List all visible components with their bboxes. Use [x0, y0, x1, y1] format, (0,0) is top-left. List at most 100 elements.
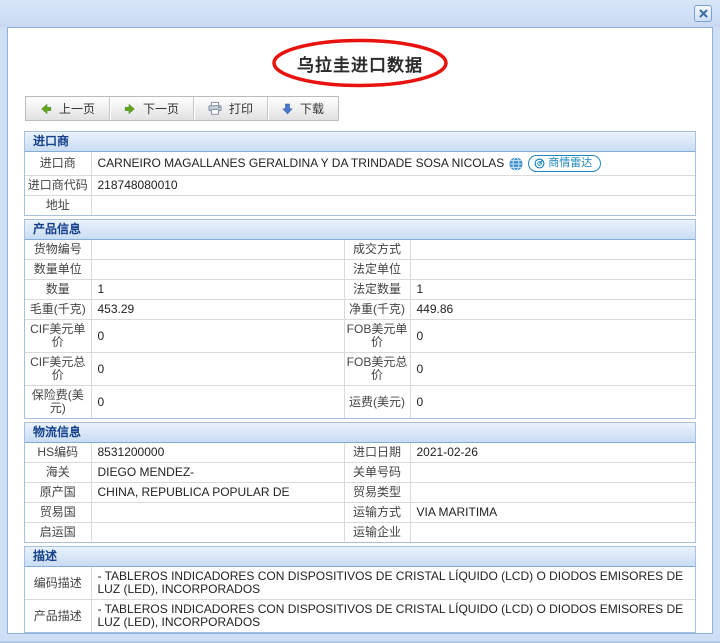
- field-label: 启运国: [25, 523, 91, 543]
- table-row: HS编码 8531200000 进口日期 2021-02-26: [25, 443, 695, 463]
- section-logistics-header: 物流信息: [25, 423, 695, 443]
- field-label: 净重(千克): [344, 300, 410, 320]
- field-value: - TABLEROS INDICADORES CON DISPOSITIVOS …: [91, 600, 695, 633]
- download-button[interactable]: 下载: [267, 97, 338, 120]
- field-value: DIEGO MENDEZ-: [91, 463, 344, 483]
- field-label: 数量单位: [25, 260, 91, 280]
- field-value: 0: [91, 320, 344, 353]
- table-row: 海关 DIEGO MENDEZ- 关单号码: [25, 463, 695, 483]
- field-label: FOB美元总价: [344, 353, 410, 386]
- table-row: 进口商代码 218748080010: [25, 176, 695, 196]
- field-label: 原产国: [25, 483, 91, 503]
- field-value: 0: [91, 386, 344, 419]
- field-value: 8531200000: [91, 443, 344, 463]
- business-radar-label: 商情雷达: [548, 157, 592, 170]
- table-row: 进口商 CARNEIRO MAGALLANES GERALDINA Y DA T…: [25, 152, 695, 176]
- field-value: - TABLEROS INDICADORES CON DISPOSITIVOS …: [91, 567, 695, 600]
- field-value: 453.29: [91, 300, 344, 320]
- field-label: 法定数量: [344, 280, 410, 300]
- section-description-header: 描述: [25, 547, 695, 567]
- section-product: 产品信息 货物编号 成交方式 数量单位 法定单位 数量 1: [24, 219, 696, 419]
- field-label: 地址: [25, 196, 91, 216]
- radar-icon: [534, 158, 545, 169]
- field-label: 编码描述: [25, 567, 91, 600]
- field-label: CIF美元总价: [25, 353, 91, 386]
- table-row: 数量单位 法定单位: [25, 260, 695, 280]
- field-label: 成交方式: [344, 240, 410, 260]
- field-value: 1: [410, 280, 695, 300]
- field-label: 关单号码: [344, 463, 410, 483]
- field-value: CARNEIRO MAGALLANES GERALDINA Y DA TRIND…: [91, 152, 695, 176]
- table-row: CIF美元总价 0 FOB美元总价 0: [25, 353, 695, 386]
- prev-page-button[interactable]: 上一页: [26, 97, 109, 120]
- close-icon: [699, 9, 708, 18]
- table-row: 产品描述 - TABLEROS INDICADORES CON DISPOSIT…: [25, 600, 695, 633]
- field-value: VIA MARITIMA: [410, 503, 695, 523]
- page-title-wrap: 乌拉圭进口数据: [250, 40, 470, 86]
- next-page-label: 下一页: [143, 100, 179, 117]
- field-label: 贸易国: [25, 503, 91, 523]
- field-label: 产品描述: [25, 600, 91, 633]
- table-row: 货物编号 成交方式: [25, 240, 695, 260]
- field-label: CIF美元单价: [25, 320, 91, 353]
- arrow-down-icon: [282, 103, 293, 115]
- field-value: [410, 483, 695, 503]
- field-label: FOB美元单价: [344, 320, 410, 353]
- table-row: 毛重(千克) 453.29 净重(千克) 449.86: [25, 300, 695, 320]
- field-label: 运输企业: [344, 523, 410, 543]
- next-page-button[interactable]: 下一页: [109, 97, 193, 120]
- field-value: [91, 523, 344, 543]
- description-table: 编码描述 - TABLEROS INDICADORES CON DISPOSIT…: [25, 567, 695, 632]
- field-label: 保险费(美元): [25, 386, 91, 419]
- field-value: [91, 260, 344, 280]
- field-value: [410, 463, 695, 483]
- prev-page-label: 上一页: [59, 100, 95, 117]
- field-value: 0: [410, 353, 695, 386]
- importer-table: 进口商 CARNEIRO MAGALLANES GERALDINA Y DA T…: [25, 152, 695, 215]
- table-row: 原产国 CHINA, REPUBLICA POPULAR DE 贸易类型: [25, 483, 695, 503]
- field-value: 0: [91, 353, 344, 386]
- table-row: 启运国 运输企业: [25, 523, 695, 543]
- section-product-header: 产品信息: [25, 220, 695, 240]
- section-importer-header: 进口商: [25, 132, 695, 152]
- page-title: 乌拉圭进口数据: [297, 51, 423, 76]
- field-value: 0: [410, 386, 695, 419]
- importer-name: CARNEIRO MAGALLANES GERALDINA Y DA TRIND…: [98, 157, 505, 170]
- main-panel: 乌拉圭进口数据 上一页 下一页 打印: [7, 27, 713, 634]
- product-table: 货物编号 成交方式 数量单位 法定单位 数量 1 法定数量 1: [25, 240, 695, 418]
- field-value: 218748080010: [91, 176, 695, 196]
- field-label: 贸易类型: [344, 483, 410, 503]
- printer-icon: [208, 102, 222, 115]
- table-row: 编码描述 - TABLEROS INDICADORES CON DISPOSIT…: [25, 567, 695, 600]
- field-label: 运费(美元): [344, 386, 410, 419]
- field-value: [91, 196, 695, 216]
- field-label: HS编码: [25, 443, 91, 463]
- field-value: [410, 523, 695, 543]
- window-titlebar: [0, 0, 720, 27]
- field-label: 进口商代码: [25, 176, 91, 196]
- print-button[interactable]: 打印: [193, 97, 267, 120]
- field-value: 2021-02-26: [410, 443, 695, 463]
- field-label: 进口商: [25, 152, 91, 176]
- globe-icon[interactable]: [509, 157, 523, 171]
- arrow-right-icon: [124, 103, 136, 115]
- table-row: 贸易国 运输方式 VIA MARITIMA: [25, 503, 695, 523]
- field-value: [410, 240, 695, 260]
- field-label: 海关: [25, 463, 91, 483]
- table-row: 数量 1 法定数量 1: [25, 280, 695, 300]
- field-value: [91, 503, 344, 523]
- field-value: 0: [410, 320, 695, 353]
- field-value: [91, 240, 344, 260]
- field-label: 进口日期: [344, 443, 410, 463]
- section-importer: 进口商 进口商 CARNEIRO MAGALLANES GERALDINA Y …: [24, 131, 696, 216]
- field-label: 运输方式: [344, 503, 410, 523]
- field-value: 1: [91, 280, 344, 300]
- arrow-left-icon: [40, 103, 52, 115]
- field-label: 数量: [25, 280, 91, 300]
- field-value: 449.86: [410, 300, 695, 320]
- field-label: 货物编号: [25, 240, 91, 260]
- table-row: 地址: [25, 196, 695, 216]
- close-button[interactable]: [694, 5, 712, 22]
- print-label: 打印: [229, 100, 253, 117]
- business-radar-badge[interactable]: 商情雷达: [528, 155, 601, 172]
